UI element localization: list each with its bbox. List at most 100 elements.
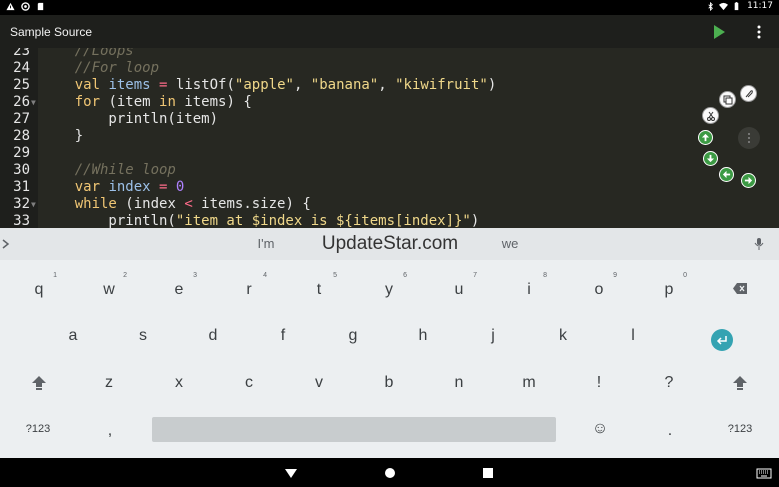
fold-toggle-icon[interactable]: ▼	[31, 196, 36, 213]
key-r[interactable]: 4r	[229, 270, 269, 310]
enter-key[interactable]	[711, 329, 733, 351]
back-icon[interactable]	[283, 465, 299, 481]
code-token: ,	[378, 77, 396, 93]
key-n[interactable]: n	[439, 363, 479, 403]
key-j[interactable]: j	[473, 316, 513, 356]
key-v[interactable]: v	[299, 363, 339, 403]
comma-key[interactable]: ,	[90, 411, 130, 451]
key-exclamation[interactable]: !	[579, 363, 619, 403]
key-z[interactable]: z	[89, 363, 129, 403]
key-b[interactable]: b	[369, 363, 409, 403]
code-token: //While loop	[74, 162, 176, 178]
arrow-right-icon[interactable]	[741, 173, 756, 188]
code-line[interactable]: 33 println("item at $index is ${items[in…	[0, 213, 779, 228]
emoji-key[interactable]: ☺	[580, 409, 620, 449]
key-s[interactable]: s	[123, 316, 163, 356]
key-w[interactable]: 2w	[89, 270, 129, 310]
microphone-icon[interactable]	[753, 237, 765, 251]
code-editor[interactable]: 23 //Loops 24 //For loop 25 val items = li…	[0, 48, 779, 228]
key-label: b	[384, 374, 394, 391]
key-hint: 0	[683, 272, 687, 279]
code-token: "kiwifruit"	[395, 77, 488, 93]
key-label: z	[105, 374, 113, 391]
arrow-down-icon[interactable]	[703, 151, 718, 166]
arrow-up-icon[interactable]	[698, 130, 713, 145]
keyboard-switch-icon[interactable]	[756, 465, 772, 481]
code-text: //Loops	[41, 48, 134, 60]
key-t[interactable]: 5t	[299, 270, 339, 310]
symbols-key-left[interactable]: ?123	[18, 409, 58, 449]
suggestion-right[interactable]: we	[480, 228, 540, 260]
run-button[interactable]	[711, 24, 727, 40]
period-key[interactable]: .	[650, 411, 690, 451]
key-hint: 8	[543, 272, 547, 279]
recents-icon[interactable]	[480, 465, 496, 481]
key-h[interactable]: h	[403, 316, 443, 356]
arrow-left-icon[interactable]	[719, 167, 734, 182]
suggestion-middle[interactable]: UpdateStar.com	[300, 228, 480, 260]
shift-left-key[interactable]	[31, 375, 47, 391]
key-x[interactable]: x	[159, 363, 199, 403]
code-token: (index	[116, 196, 185, 212]
spacebar[interactable]	[152, 417, 556, 442]
key-label: ?	[664, 374, 674, 391]
status-bar: 11:17	[0, 0, 779, 15]
key-question[interactable]: ?	[649, 363, 689, 403]
key-label: h	[418, 327, 428, 344]
code-line[interactable]: 32 ▼ while (index < items.size) {	[0, 196, 779, 213]
code-line[interactable]: 25 val items = listOf("apple", "banana",…	[0, 77, 779, 94]
code-text: //For loop	[41, 60, 159, 77]
chevron-right-icon[interactable]	[0, 236, 12, 252]
code-token: val	[74, 77, 101, 93]
key-g[interactable]: g	[333, 316, 373, 356]
key-hint: 6	[403, 272, 407, 279]
code-line[interactable]: 31 var index = 0	[0, 179, 779, 196]
overflow-menu-icon[interactable]	[752, 24, 766, 40]
key-l[interactable]: l	[613, 316, 653, 356]
cut-icon[interactable]	[702, 107, 719, 124]
line-number: 25	[13, 77, 30, 93]
key-d[interactable]: d	[193, 316, 233, 356]
paste-icon[interactable]	[740, 85, 757, 102]
code-line[interactable]: 28 }	[0, 128, 779, 145]
key-f[interactable]: f	[263, 316, 303, 356]
line-number: 33	[13, 213, 30, 228]
key-a[interactable]: a	[53, 316, 93, 356]
code-token: println(item)	[41, 111, 219, 127]
sd-card-icon	[37, 2, 44, 11]
fold-toggle-icon[interactable]: ▼	[31, 94, 36, 111]
key-y[interactable]: 6y	[369, 270, 409, 310]
code-text: println(item)	[41, 111, 218, 128]
copy-icon[interactable]	[719, 91, 736, 108]
code-line[interactable]: 23 //Loops	[0, 48, 779, 60]
key-k[interactable]: k	[543, 316, 583, 356]
more-icon[interactable]	[738, 127, 760, 149]
key-e[interactable]: 3e	[159, 270, 199, 310]
code-line[interactable]: 24 //For loop	[0, 60, 779, 77]
symbols-key-right[interactable]: ?123	[720, 409, 760, 449]
code-line[interactable]: 26 ▼ for (item in items) {	[0, 94, 779, 111]
key-label: k	[559, 327, 567, 344]
code-token: (item	[100, 94, 160, 110]
key-p[interactable]: 0p	[649, 270, 689, 310]
code-line[interactable]: 27 println(item)	[0, 111, 779, 128]
key-i[interactable]: 8i	[509, 270, 549, 310]
line-number: 29	[13, 145, 30, 161]
code-text: var index = 0	[41, 179, 185, 196]
key-o[interactable]: 9o	[579, 270, 619, 310]
code-line[interactable]: 29	[0, 145, 779, 162]
key-u[interactable]: 7u	[439, 270, 479, 310]
key-m[interactable]: m	[509, 363, 549, 403]
key-c[interactable]: c	[229, 363, 269, 403]
home-icon[interactable]	[382, 465, 398, 481]
key-label: i	[527, 281, 531, 298]
suggestion-strip: I'm UpdateStar.com we	[0, 228, 779, 260]
shift-right-key[interactable]	[732, 375, 748, 391]
code-line[interactable]: 30 //While loop	[0, 162, 779, 179]
key-q[interactable]: 1q	[19, 270, 59, 310]
notification-icons	[6, 2, 45, 11]
suggestion-left[interactable]: I'm	[236, 228, 296, 260]
backspace-key[interactable]	[733, 283, 747, 294]
